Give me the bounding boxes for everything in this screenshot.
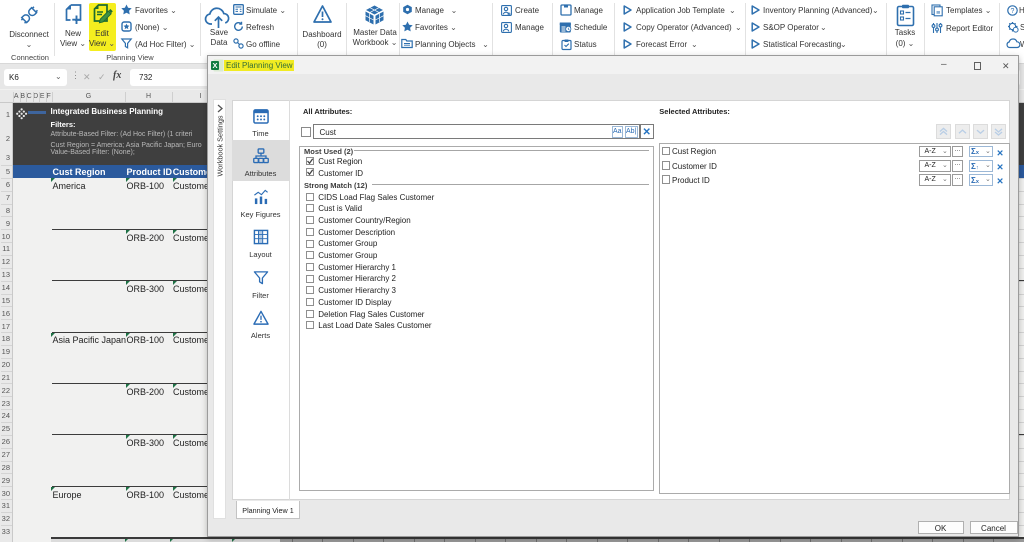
svg-text:X: X <box>212 61 217 70</box>
svg-text:?: ? <box>1011 8 1015 15</box>
